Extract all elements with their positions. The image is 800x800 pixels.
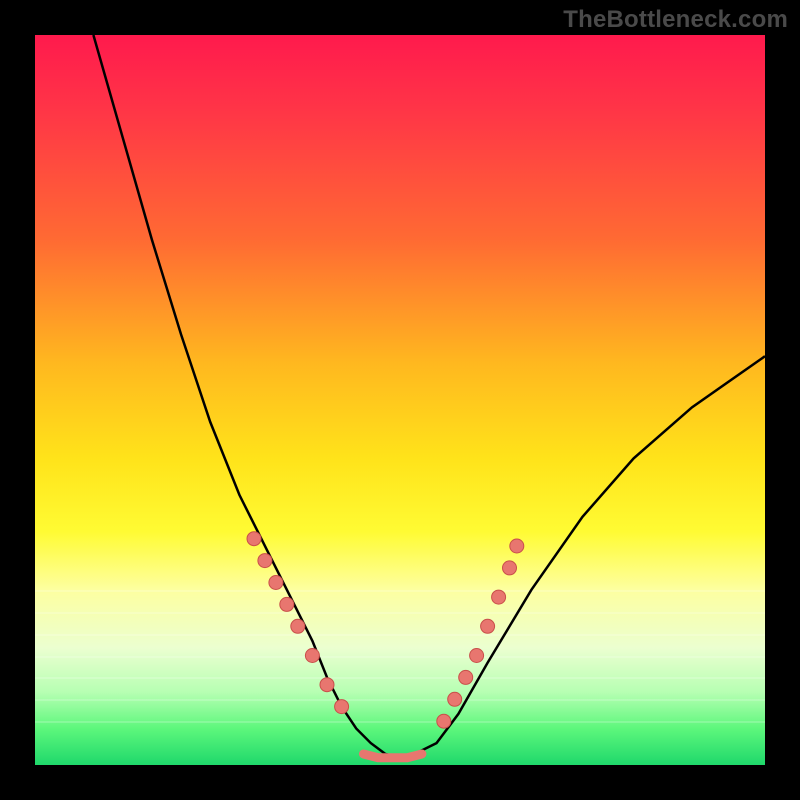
highlight-dot <box>247 532 261 546</box>
highlight-dot <box>510 539 524 553</box>
highlight-dot <box>269 576 283 590</box>
highlight-dot <box>503 561 517 575</box>
curve-svg <box>35 35 765 765</box>
highlight-dot <box>481 619 495 633</box>
highlight-dot <box>291 619 305 633</box>
valley-highlight <box>364 754 422 758</box>
right-branch-dots <box>437 539 524 728</box>
plot-area <box>35 35 765 765</box>
highlight-dot <box>280 597 294 611</box>
chart-stage: TheBottleneck.com <box>0 0 800 800</box>
highlight-dot <box>258 554 272 568</box>
highlight-dot <box>448 692 462 706</box>
highlight-dot <box>437 714 451 728</box>
highlight-dot <box>335 700 349 714</box>
watermark-text: TheBottleneck.com <box>563 6 788 34</box>
highlight-dot <box>459 670 473 684</box>
highlight-dot <box>492 590 506 604</box>
bottleneck-curve <box>93 35 765 758</box>
highlight-dot <box>305 649 319 663</box>
highlight-dot <box>320 678 334 692</box>
highlight-dot <box>470 649 484 663</box>
left-branch-dots <box>247 532 349 714</box>
